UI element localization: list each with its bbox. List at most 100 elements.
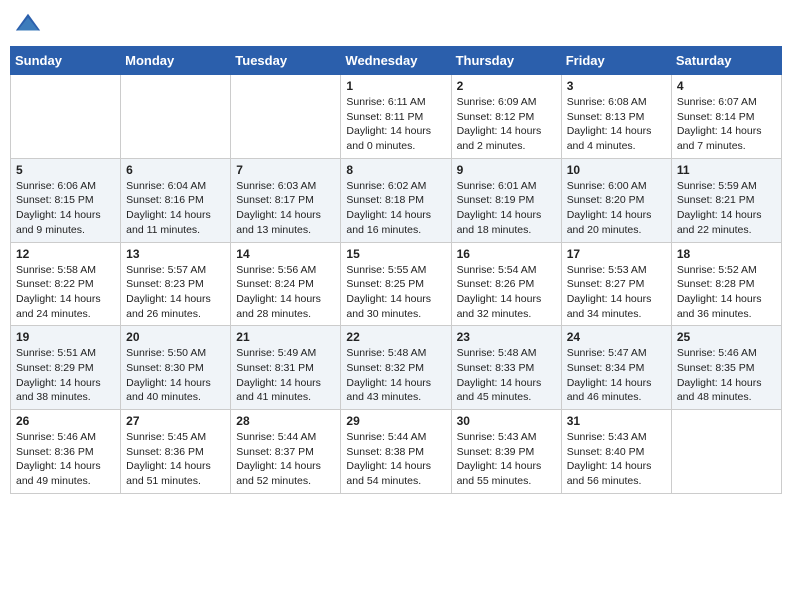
week-row-5: 26 Sunrise: 5:46 AMSunset: 8:36 PMDayligh… [11,410,782,494]
day-number: 5 [16,163,115,177]
header-cell-thursday: Thursday [451,47,561,75]
day-number: 2 [457,79,556,93]
cell-content: Sunrise: 6:08 AMSunset: 8:13 PMDaylight:… [567,95,666,154]
header-row: SundayMondayTuesdayWednesdayThursdayFrid… [11,47,782,75]
calendar-cell: 2 Sunrise: 6:09 AMSunset: 8:12 PMDaylight… [451,75,561,159]
calendar-cell: 11Sunrise: 5:59 AMSunset: 8:21 PMDayligh… [671,158,781,242]
day-number: 21 [236,330,335,344]
day-number: 6 [126,163,225,177]
day-number: 4 [677,79,776,93]
calendar-cell [121,75,231,159]
cell-content: Sunrise: 5:48 AMSunset: 8:32 PMDaylight:… [346,346,445,405]
week-row-3: 12 Sunrise: 5:58 AMSunset: 8:22 PMDayligh… [11,242,782,326]
day-number: 14 [236,247,335,261]
calendar-cell: 9 Sunrise: 6:01 AMSunset: 8:19 PMDaylight… [451,158,561,242]
day-number: 23 [457,330,556,344]
calendar-cell: 19 Sunrise: 5:51 AMSunset: 8:29 PMDayligh… [11,326,121,410]
cell-content: Sunrise: 5:51 AMSunset: 8:29 PMDaylight:… [16,346,115,405]
calendar-cell: 22Sunrise: 5:48 AMSunset: 8:32 PMDayligh… [341,326,451,410]
cell-content: Sunrise: 6:09 AMSunset: 8:12 PMDaylight:… [457,95,556,154]
cell-content: Sunrise: 5:56 AMSunset: 8:24 PMDaylight:… [236,263,335,322]
header-cell-sunday: Sunday [11,47,121,75]
day-number: 3 [567,79,666,93]
calendar-cell: 29 Sunrise: 5:44 AMSunset: 8:38 PMDayligh… [341,410,451,494]
header-cell-friday: Friday [561,47,671,75]
calendar-header: SundayMondayTuesdayWednesdayThursdayFrid… [11,47,782,75]
cell-content: Sunrise: 5:50 AMSunset: 8:30 PMDaylight:… [126,346,225,405]
logo [14,10,46,38]
header-cell-tuesday: Tuesday [231,47,341,75]
cell-content: Sunrise: 5:54 AMSunset: 8:26 PMDaylight:… [457,263,556,322]
calendar-cell: 31Sunrise: 5:43 AMSunset: 8:40 PMDayligh… [561,410,671,494]
cell-content: Sunrise: 5:46 AMSunset: 8:36 PMDaylight:… [16,430,115,489]
calendar-cell: 23 Sunrise: 5:48 AMSunset: 8:33 PMDayligh… [451,326,561,410]
cell-content: Sunrise: 6:03 AMSunset: 8:17 PMDaylight:… [236,179,335,238]
cell-content: Sunrise: 6:01 AMSunset: 8:19 PMDaylight:… [457,179,556,238]
calendar-cell: 25 Sunrise: 5:46 AMSunset: 8:35 PMDayligh… [671,326,781,410]
cell-content: Sunrise: 5:58 AMSunset: 8:22 PMDaylight:… [16,263,115,322]
week-row-4: 19 Sunrise: 5:51 AMSunset: 8:29 PMDayligh… [11,326,782,410]
calendar-cell: 21Sunrise: 5:49 AMSunset: 8:31 PMDayligh… [231,326,341,410]
day-number: 1 [346,79,445,93]
cell-content: Sunrise: 6:04 AMSunset: 8:16 PMDaylight:… [126,179,225,238]
calendar-cell: 20Sunrise: 5:50 AMSunset: 8:30 PMDayligh… [121,326,231,410]
cell-content: Sunrise: 5:59 AMSunset: 8:21 PMDaylight:… [677,179,776,238]
cell-content: Sunrise: 6:00 AMSunset: 8:20 PMDaylight:… [567,179,666,238]
cell-content: Sunrise: 5:45 AMSunset: 8:36 PMDaylight:… [126,430,225,489]
calendar-cell: 24 Sunrise: 5:47 AMSunset: 8:34 PMDayligh… [561,326,671,410]
day-number: 18 [677,247,776,261]
calendar-body: 1Sunrise: 6:11 AMSunset: 8:11 PMDaylight… [11,75,782,494]
cell-content: Sunrise: 6:06 AMSunset: 8:15 PMDaylight:… [16,179,115,238]
logo-icon [14,10,42,38]
day-number: 19 [16,330,115,344]
day-number: 26 [16,414,115,428]
cell-content: Sunrise: 6:02 AMSunset: 8:18 PMDaylight:… [346,179,445,238]
calendar-cell: 18Sunrise: 5:52 AMSunset: 8:28 PMDayligh… [671,242,781,326]
calendar-cell: 13 Sunrise: 5:57 AMSunset: 8:23 PMDayligh… [121,242,231,326]
calendar-cell: 8 Sunrise: 6:02 AMSunset: 8:18 PMDaylight… [341,158,451,242]
header-cell-saturday: Saturday [671,47,781,75]
calendar-cell [231,75,341,159]
calendar-table: SundayMondayTuesdayWednesdayThursdayFrid… [10,46,782,494]
day-number: 16 [457,247,556,261]
week-row-1: 1Sunrise: 6:11 AMSunset: 8:11 PMDaylight… [11,75,782,159]
calendar-cell: 1Sunrise: 6:11 AMSunset: 8:11 PMDaylight… [341,75,451,159]
day-number: 17 [567,247,666,261]
day-number: 10 [567,163,666,177]
header-cell-wednesday: Wednesday [341,47,451,75]
cell-content: Sunrise: 5:44 AMSunset: 8:38 PMDaylight:… [346,430,445,489]
day-number: 15 [346,247,445,261]
calendar-cell: 10 Sunrise: 6:00 AMSunset: 8:20 PMDayligh… [561,158,671,242]
calendar-cell: 3 Sunrise: 6:08 AMSunset: 8:13 PMDaylight… [561,75,671,159]
calendar-cell: 14 Sunrise: 5:56 AMSunset: 8:24 PMDayligh… [231,242,341,326]
cell-content: Sunrise: 5:47 AMSunset: 8:34 PMDaylight:… [567,346,666,405]
day-number: 25 [677,330,776,344]
cell-content: Sunrise: 5:44 AMSunset: 8:37 PMDaylight:… [236,430,335,489]
day-number: 7 [236,163,335,177]
calendar-cell: 16 Sunrise: 5:54 AMSunset: 8:26 PMDayligh… [451,242,561,326]
cell-content: Sunrise: 5:57 AMSunset: 8:23 PMDaylight:… [126,263,225,322]
cell-content: Sunrise: 5:48 AMSunset: 8:33 PMDaylight:… [457,346,556,405]
calendar-cell [11,75,121,159]
calendar-cell: 7 Sunrise: 6:03 AMSunset: 8:17 PMDaylight… [231,158,341,242]
cell-content: Sunrise: 5:46 AMSunset: 8:35 PMDaylight:… [677,346,776,405]
day-number: 9 [457,163,556,177]
calendar-cell: 17 Sunrise: 5:53 AMSunset: 8:27 PMDayligh… [561,242,671,326]
calendar-cell: 5 Sunrise: 6:06 AMSunset: 8:15 PMDaylight… [11,158,121,242]
week-row-2: 5 Sunrise: 6:06 AMSunset: 8:15 PMDaylight… [11,158,782,242]
cell-content: Sunrise: 5:53 AMSunset: 8:27 PMDaylight:… [567,263,666,322]
day-number: 13 [126,247,225,261]
cell-content: Sunrise: 5:43 AMSunset: 8:39 PMDaylight:… [457,430,556,489]
calendar-cell: 27 Sunrise: 5:45 AMSunset: 8:36 PMDayligh… [121,410,231,494]
calendar-cell: 15Sunrise: 5:55 AMSunset: 8:25 PMDayligh… [341,242,451,326]
calendar-cell: 6 Sunrise: 6:04 AMSunset: 8:16 PMDaylight… [121,158,231,242]
header-cell-monday: Monday [121,47,231,75]
calendar-cell: 26 Sunrise: 5:46 AMSunset: 8:36 PMDayligh… [11,410,121,494]
day-number: 24 [567,330,666,344]
day-number: 27 [126,414,225,428]
calendar-cell: 12 Sunrise: 5:58 AMSunset: 8:22 PMDayligh… [11,242,121,326]
calendar-cell [671,410,781,494]
day-number: 12 [16,247,115,261]
day-number: 29 [346,414,445,428]
day-number: 8 [346,163,445,177]
